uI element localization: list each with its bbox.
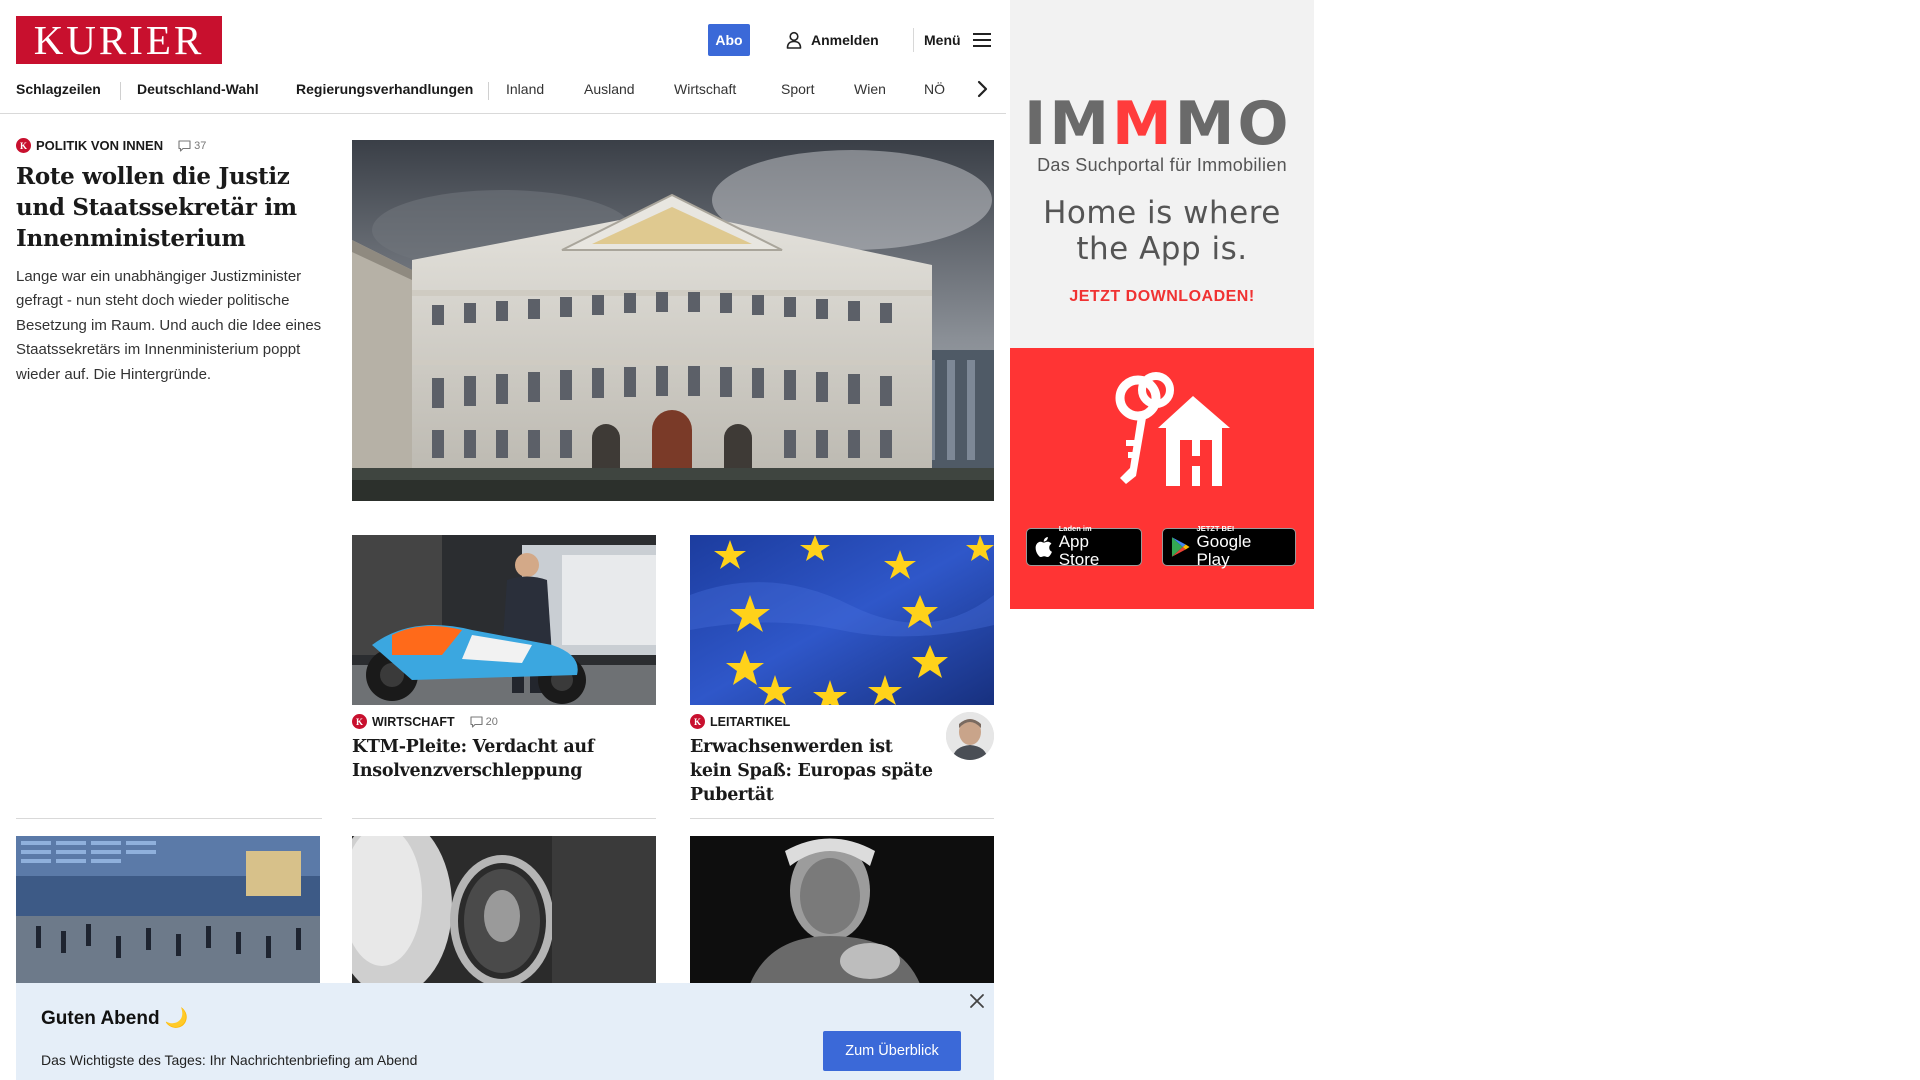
nav-item-inland[interactable]: Inland [506, 72, 544, 106]
immmo-advertisement[interactable]: IMMMO Das Suchportal für Immobilien Home… [1010, 0, 1314, 609]
airport-hall-image[interactable] [16, 836, 320, 984]
comment-count[interactable]: 20 [470, 716, 498, 728]
nav-item-schlagzeilen[interactable]: Schlagzeilen [16, 72, 101, 106]
user-icon [786, 31, 802, 49]
leitartikel-kicker-label: LEITARTIKEL [710, 714, 791, 729]
lead-image-palais[interactable] [352, 140, 994, 501]
lead-headline[interactable]: Rote wollen die Justiz und Staatssekretä… [16, 161, 322, 254]
app-store-text: Laden im App Store [1059, 525, 1133, 569]
ktm-motorcycle-image[interactable] [352, 535, 656, 705]
nav-separator [120, 82, 121, 100]
comment-count-value: 37 [194, 139, 207, 152]
ktm-kicker-label: WIRTSCHAFT [372, 714, 455, 729]
app-store-badge[interactable]: Laden im App Store [1026, 525, 1142, 569]
ad-bottom-panel: Laden im App Store JETZT BEI Google Play [1010, 348, 1314, 609]
apple-icon [1035, 536, 1052, 558]
ktm-kicker[interactable]: K WIRTSCHAFT 20 [352, 714, 656, 729]
menu-label: Menü [924, 32, 961, 48]
nav-item-regierungsverhandlungen[interactable]: Regierungsverhandlungen [296, 72, 473, 106]
comment-icon [178, 139, 191, 152]
close-icon[interactable] [967, 991, 987, 1011]
ktm-headline[interactable]: KTM-Pleite: Verdacht auf Insolvenzversch… [352, 735, 656, 783]
section-divider [16, 818, 322, 819]
header-divider [913, 28, 914, 52]
author-avatar[interactable] [946, 712, 994, 760]
article-card-ktm: K WIRTSCHAFT 20 KTM-Pleite: Verdacht auf… [352, 535, 656, 783]
nav-item-wien[interactable]: Wien [854, 72, 886, 106]
house-key-icon [1115, 372, 1230, 486]
eu-flag-image[interactable] [690, 535, 994, 705]
download-cta[interactable]: JETZT DOWNLOADEN! [1010, 288, 1314, 306]
logo-text: KURIER [33, 16, 205, 63]
lead-teaser: Lange war ein unabhängiger Justizministe… [16, 268, 322, 383]
mirror-portrait-image[interactable] [352, 836, 656, 984]
section-divider [352, 818, 656, 819]
app-store-big: App Store [1058, 532, 1100, 569]
login-label: Anmelden [811, 32, 879, 48]
nav-item-deutschland-wahl[interactable]: Deutschland-Wahl [137, 72, 259, 106]
nav-item-noe[interactable]: NÖ [924, 72, 945, 106]
kurier-k-icon: K [352, 714, 367, 729]
ad-slogan: Home is where the App is. [1010, 195, 1314, 267]
nav-item-sport[interactable]: Sport [781, 72, 814, 106]
google-play-text: JETZT BEI Google Play [1197, 525, 1287, 569]
lead-article: K POLITIK VON INNEN 37 Rote wollen die J… [16, 138, 322, 387]
ad-top-panel: IMMMO Das Suchportal für Immobilien Home… [1010, 0, 1314, 348]
banner-title: Guten Abend 🌙 [41, 1008, 189, 1029]
google-play-big: Google Play [1196, 532, 1252, 569]
immmo-logo: IMMMO [1024, 88, 1291, 160]
kurier-k-icon: K [690, 714, 705, 729]
kurier-k-icon: K [16, 138, 31, 153]
lead-kicker[interactable]: K POLITIK VON INNEN 37 [16, 138, 322, 153]
overview-button[interactable]: Zum Überblick [823, 1031, 961, 1071]
ad-slogan-line1: Home is where [1043, 195, 1281, 231]
section-divider [690, 818, 994, 819]
google-play-badge[interactable]: JETZT BEI Google Play [1162, 525, 1296, 569]
hamburger-icon [972, 33, 991, 47]
google-play-icon [1171, 537, 1190, 557]
kurier-logo[interactable]: KURIER [16, 16, 222, 64]
nav-separator [488, 82, 489, 100]
comment-count[interactable]: 37 [178, 140, 206, 152]
ad-slogan-line2: the App is. [1076, 231, 1248, 267]
menu-button[interactable]: Menü [924, 24, 991, 56]
login-link[interactable]: Anmelden [786, 24, 879, 56]
lead-kicker-label: POLITIK VON INNEN [36, 138, 164, 153]
black-white-portrait-image[interactable] [690, 836, 994, 984]
nav-item-wirtschaft[interactable]: Wirtschaft [674, 72, 736, 106]
banner-subtitle: Das Wichtigste des Tages: Ihr Nachrichte… [41, 1052, 418, 1068]
leitartikel-headline[interactable]: Erwachsenwerden ist kein Spaß: Europas s… [690, 735, 935, 807]
chevron-right-icon[interactable] [970, 77, 994, 101]
comment-count-value: 20 [485, 715, 498, 728]
brand-part-3: MO [1174, 89, 1292, 159]
section-nav: Schlagzeilen Deutschland-Wahl Regierungs… [0, 72, 1006, 114]
nav-item-ausland[interactable]: Ausland [584, 72, 635, 106]
brand-part-1: IM [1024, 89, 1113, 159]
evening-briefing-banner: Guten Abend 🌙 Das Wichtigste des Tages: … [16, 983, 994, 1080]
article-card-leitartikel: K LEITARTIKEL Erwachsenwerden ist kein S… [690, 535, 994, 807]
ad-tagline: Das Suchportal für Immobilien [1037, 155, 1287, 175]
brand-part-2: M [1112, 89, 1175, 159]
comment-icon [470, 715, 483, 728]
abo-button[interactable]: Abo [708, 24, 750, 56]
